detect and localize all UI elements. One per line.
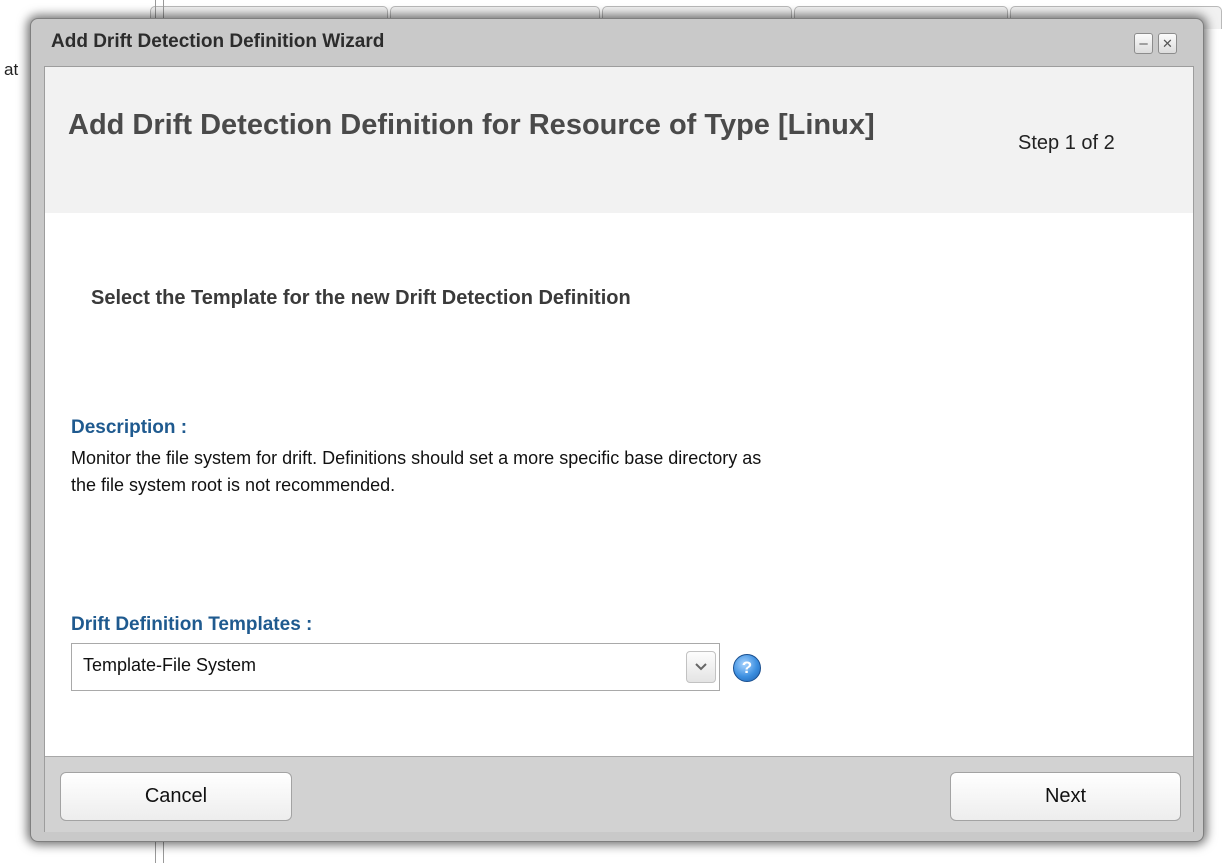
step-indicator: Step 1 of 2 <box>1018 132 1115 154</box>
template-select[interactable]: Template-File System <box>71 643 720 691</box>
cancel-button[interactable]: Cancel <box>60 772 292 821</box>
description-text: Monitor the file system for drift. Defin… <box>71 448 762 495</box>
background-divider <box>163 842 164 863</box>
wizard-panel: Add Drift Detection Definition for Resou… <box>44 66 1194 832</box>
wizard-header: Add Drift Detection Definition for Resou… <box>45 67 1193 213</box>
wizard-step-title: Add Drift Detection Definition for Resou… <box>68 109 875 141</box>
minimize-icon: – <box>1139 35 1148 52</box>
background-divider <box>155 842 156 863</box>
chevron-down-icon[interactable] <box>686 651 716 683</box>
wizard-window: Add Drift Detection Definition Wizard – … <box>30 18 1204 842</box>
next-button[interactable]: Next <box>950 772 1181 821</box>
template-select-value: Template-File System <box>83 655 257 675</box>
templates-label: Drift Definition Templates : <box>71 614 313 635</box>
close-button[interactable]: ✕ <box>1158 33 1177 54</box>
description-label: Description : <box>71 417 188 438</box>
section-heading: Select the Template for the new Drift De… <box>91 287 631 309</box>
wizard-footer: Cancel Next <box>45 756 1193 832</box>
window-titlebar[interactable]: Add Drift Detection Definition Wizard – … <box>31 19 1203 65</box>
help-icon-glyph: ? <box>741 658 753 677</box>
help-icon[interactable]: ? <box>733 654 761 682</box>
background-text: at <box>4 60 19 79</box>
minimize-button[interactable]: – <box>1134 33 1153 54</box>
window-title: Add Drift Detection Definition Wizard <box>51 31 385 52</box>
close-icon: ✕ <box>1162 36 1173 51</box>
